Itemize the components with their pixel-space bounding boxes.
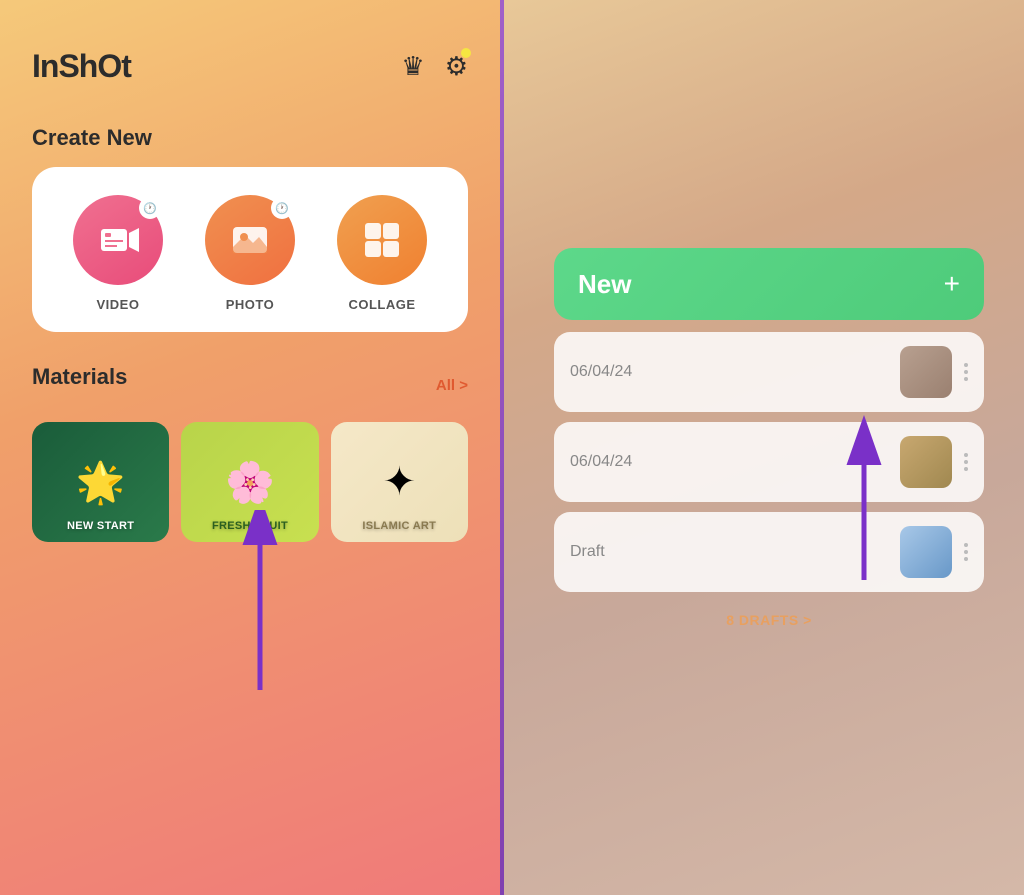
photo-clock-badge: 🕐: [271, 197, 293, 219]
material-new-start[interactable]: 🌟 NEW START: [32, 422, 169, 542]
notification-dot: [461, 48, 471, 58]
draft-thumb-3: [900, 526, 952, 578]
draft-right-1: [900, 346, 968, 398]
draft-thumb-2: [900, 436, 952, 488]
header: InShOt ♛ ⚙: [32, 48, 468, 85]
materials-header: Materials All >: [32, 364, 468, 406]
video-clock-badge: 🕐: [139, 197, 161, 219]
photo-circle: 🕐: [205, 195, 295, 285]
create-item-collage[interactable]: COLLAGE: [337, 195, 427, 312]
draft-row-1[interactable]: 06/04/24: [554, 332, 984, 412]
create-item-video[interactable]: 🕐 VIDEO: [73, 195, 163, 312]
video-label: VIDEO: [97, 297, 140, 312]
crown-icon[interactable]: ♛: [401, 51, 424, 82]
collage-label: COLLAGE: [348, 297, 415, 312]
material-fresh-fruit[interactable]: 🌸 FRESH FRUIT: [181, 422, 318, 542]
new-start-label: NEW START: [32, 520, 169, 532]
left-panel: InShOt ♛ ⚙ Create New 🕐 VIDE: [0, 0, 500, 895]
draft-row-2[interactable]: 06/04/24: [554, 422, 984, 502]
header-icons: ♛ ⚙: [401, 51, 468, 82]
materials-title: Materials: [32, 364, 127, 390]
collage-icon: [361, 219, 403, 261]
draft-date-2: 06/04/24: [570, 453, 632, 471]
video-icon: [97, 219, 139, 261]
draft-row-3[interactable]: Draft: [554, 512, 984, 592]
collage-circle: [337, 195, 427, 285]
plus-icon: +: [944, 268, 960, 300]
draft-thumb-1: [900, 346, 952, 398]
new-button[interactable]: New +: [554, 248, 984, 320]
islamic-art-label: ISLAMIC ART: [331, 520, 468, 532]
right-panel: New + 06/04/24 06/04/24: [504, 0, 1024, 895]
video-circle: 🕐: [73, 195, 163, 285]
draft-date-1: 06/04/24: [570, 363, 632, 381]
three-dots-3[interactable]: [964, 543, 968, 561]
material-islamic-art[interactable]: ✦ ISLAMIC ART: [331, 422, 468, 542]
drafts-footer[interactable]: 8 DRAFTS >: [554, 612, 984, 628]
photo-label: PHOTO: [226, 297, 275, 312]
app-logo: InShOt: [32, 48, 131, 85]
create-item-photo[interactable]: 🕐 PHOTO: [205, 195, 295, 312]
photo-icon: [229, 219, 271, 261]
create-card: 🕐 VIDEO 🕐 PHOTO: [32, 167, 468, 332]
fresh-fruit-label: FRESH FRUIT: [181, 520, 318, 532]
three-dots-1[interactable]: [964, 363, 968, 381]
gear-wrapper: ⚙: [445, 51, 468, 82]
draft-right-3: [900, 526, 968, 578]
draft-label-3: Draft: [570, 543, 605, 561]
draft-right-2: [900, 436, 968, 488]
right-content: New + 06/04/24 06/04/24: [554, 248, 984, 628]
three-dots-2[interactable]: [964, 453, 968, 471]
all-link[interactable]: All >: [436, 377, 468, 394]
create-new-title: Create New: [32, 125, 468, 151]
new-label: New: [578, 269, 631, 300]
materials-grid: 🌟 NEW START 🌸 FRESH FRUIT ✦ ISLAMIC ART: [32, 422, 468, 542]
